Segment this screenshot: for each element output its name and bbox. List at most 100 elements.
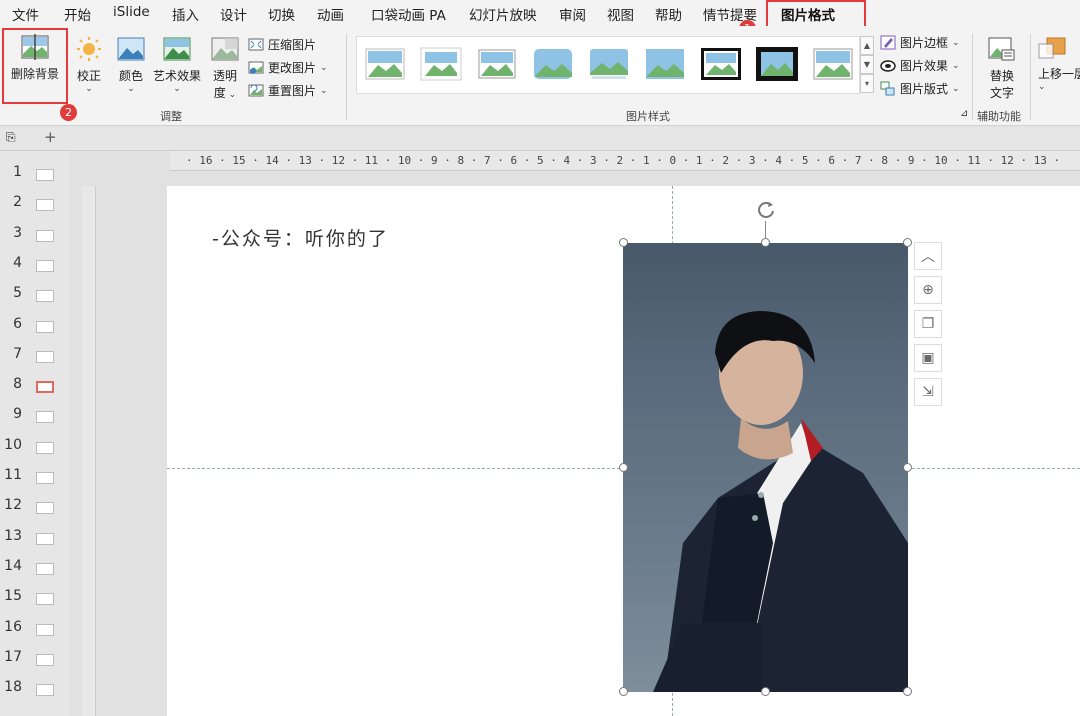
picture-style-option[interactable] <box>532 47 574 81</box>
selected-picture[interactable] <box>623 243 908 692</box>
slide-thumbnail[interactable] <box>36 502 54 515</box>
tab-pocket-animation[interactable]: 口袋动画 PA <box>371 4 446 24</box>
slide-thumbnail-row[interactable]: 17 <box>0 645 70 675</box>
gallery-scroll-down[interactable]: ▼ <box>860 55 874 74</box>
slide-thumbnail-row[interactable]: 6 <box>0 312 70 342</box>
slide-thumbnail[interactable] <box>36 411 54 424</box>
gallery-scroll-up[interactable]: ▲ <box>860 36 874 55</box>
picture-style-option[interactable] <box>588 47 630 81</box>
tab-transitions[interactable]: 切换 <box>268 4 295 24</box>
tab-design[interactable]: 设计 <box>220 4 247 24</box>
slide-thumbnail-row[interactable]: 14 <box>0 554 70 584</box>
slide-thumbnail[interactable] <box>36 259 54 272</box>
slide-thumbnail-row[interactable]: 10 <box>0 433 70 463</box>
slide-thumbnail-row[interactable]: 18 <box>0 675 70 705</box>
picture-styles-gallery[interactable] <box>356 36 860 94</box>
resize-handle[interactable] <box>761 238 770 247</box>
add-icon[interactable]: + <box>44 128 57 146</box>
chevron-down-icon: ⌄ <box>225 90 237 100</box>
resize-handle[interactable] <box>903 238 912 247</box>
alt-text-button[interactable]: 替换 文字 <box>982 36 1022 101</box>
effects-icon <box>880 60 896 72</box>
slide-thumbnail[interactable] <box>36 472 54 484</box>
resize-handle[interactable] <box>619 463 628 472</box>
artistic-effects-button[interactable]: 艺术效果 ⌄ <box>152 36 202 94</box>
picture-style-option[interactable] <box>364 47 406 81</box>
slide-thumbnail-row[interactable]: 13 <box>0 524 70 554</box>
picture-style-option[interactable] <box>420 47 462 81</box>
tab-view[interactable]: 视图 <box>607 4 634 24</box>
picture-border-label: 图片边框 <box>900 36 949 50</box>
slide-thumbnail-row[interactable]: 5 <box>0 281 70 311</box>
picture-style-option[interactable] <box>700 47 742 81</box>
tab-insert[interactable]: 插入 <box>172 4 199 24</box>
slide-thumbnail[interactable] <box>36 350 54 363</box>
slide-thumbnail[interactable] <box>36 441 54 454</box>
reset-picture-button[interactable]: 重置图片 ⌄ <box>248 82 328 99</box>
tab-file[interactable]: 文件 <box>12 4 39 24</box>
collapse-up-icon[interactable]: ︿ <box>914 242 942 270</box>
chevron-down-icon: ⌄ <box>952 83 960 94</box>
slide-thumbnail[interactable] <box>36 169 54 181</box>
slide-thumbnail[interactable] <box>36 199 54 212</box>
picture-style-option[interactable] <box>756 47 798 81</box>
slide-thumbnail[interactable] <box>36 290 54 303</box>
slide-canvas[interactable]: -公众号：听你的了 ︿ ⊕ ❐ ▣ ⇲ <box>167 186 1080 716</box>
slide-thumbnail[interactable] <box>36 684 54 697</box>
slide-thumbnail[interactable] <box>36 623 54 636</box>
slide-thumbnail[interactable] <box>36 593 54 606</box>
pen-icon <box>880 35 896 50</box>
tab-review[interactable]: 审阅 <box>559 4 586 24</box>
tab-animations[interactable]: 动画 <box>317 4 344 24</box>
resize-handle[interactable] <box>619 238 628 247</box>
slide-thumbnail-row[interactable]: 4 <box>0 251 70 281</box>
resize-handle[interactable] <box>903 687 912 696</box>
slide-thumbnail[interactable] <box>36 320 54 333</box>
resize-handle[interactable] <box>761 687 770 696</box>
tab-help[interactable]: 帮助 <box>655 4 682 24</box>
dialog-launcher-icon[interactable]: ⊿ <box>960 108 968 119</box>
tab-slideshow[interactable]: 幻灯片放映 <box>469 4 537 24</box>
slide-thumbnail[interactable] <box>36 532 54 545</box>
tab-islide[interactable]: iSlide <box>113 4 150 20</box>
slide-thumbnail-row[interactable]: 16 <box>0 615 70 645</box>
slide-text-box[interactable]: -公众号：听你的了 <box>212 224 389 251</box>
picture-layout-button[interactable]: 图片版式 ⌄ <box>880 80 960 97</box>
slide-thumbnail[interactable] <box>36 562 54 575</box>
slide-thumbnail[interactable] <box>36 381 54 394</box>
transparency-button[interactable]: 透明 度 ⌄ <box>208 36 242 101</box>
slide-thumbnail-row[interactable]: 1 <box>0 160 70 190</box>
slide-thumbnail-row[interactable]: 2 <box>0 190 70 220</box>
layer-icon[interactable]: ❐ <box>914 310 942 338</box>
chevron-down-icon: ⌄ <box>1038 82 1046 92</box>
tab-home[interactable]: 开始 <box>64 4 91 24</box>
corrections-button[interactable]: 校正 ⌄ <box>72 36 106 94</box>
resize-handle[interactable] <box>619 687 628 696</box>
slide-thumbnail-row[interactable]: 8 <box>0 372 70 402</box>
slide-thumbnail-row[interactable]: 7 <box>0 342 70 372</box>
slides-icon[interactable]: ⎘ <box>6 130 16 145</box>
crop-resize-icon[interactable]: ⇲ <box>914 378 942 406</box>
replace-image-icon[interactable]: ▣ <box>914 344 942 372</box>
slide-thumbnail[interactable] <box>36 653 54 666</box>
gallery-more[interactable]: ▾ <box>860 74 874 93</box>
bring-forward-button[interactable]: 上移一层 ⌄ <box>1038 36 1080 92</box>
slide-thumbnail-row[interactable]: 3 <box>0 221 70 251</box>
reset-picture-icon <box>248 84 264 97</box>
color-button[interactable]: 颜色 ⌄ <box>114 36 148 94</box>
picture-style-option[interactable] <box>476 47 518 81</box>
picture-style-option[interactable] <box>812 47 854 81</box>
slide-thumbnail-row[interactable]: 12 <box>0 493 70 523</box>
picture-style-option[interactable] <box>644 47 686 81</box>
slide-thumbnail[interactable] <box>36 229 54 242</box>
slide-thumbnail-row[interactable]: 15 <box>0 584 70 614</box>
slide-thumbnail-row[interactable]: 9 <box>0 402 70 432</box>
slide-thumbnail-row[interactable]: 11 <box>0 463 70 493</box>
picture-effects-button[interactable]: 图片效果 ⌄ <box>880 57 960 74</box>
rotate-handle-icon[interactable] <box>755 199 777 221</box>
compress-pictures-button[interactable]: 压缩图片 <box>248 36 316 53</box>
align-center-icon[interactable]: ⊕ <box>914 276 942 304</box>
resize-handle[interactable] <box>903 463 912 472</box>
picture-border-button[interactable]: 图片边框 ⌄ <box>880 34 960 51</box>
change-picture-button[interactable]: 更改图片 ⌄ <box>248 59 328 76</box>
